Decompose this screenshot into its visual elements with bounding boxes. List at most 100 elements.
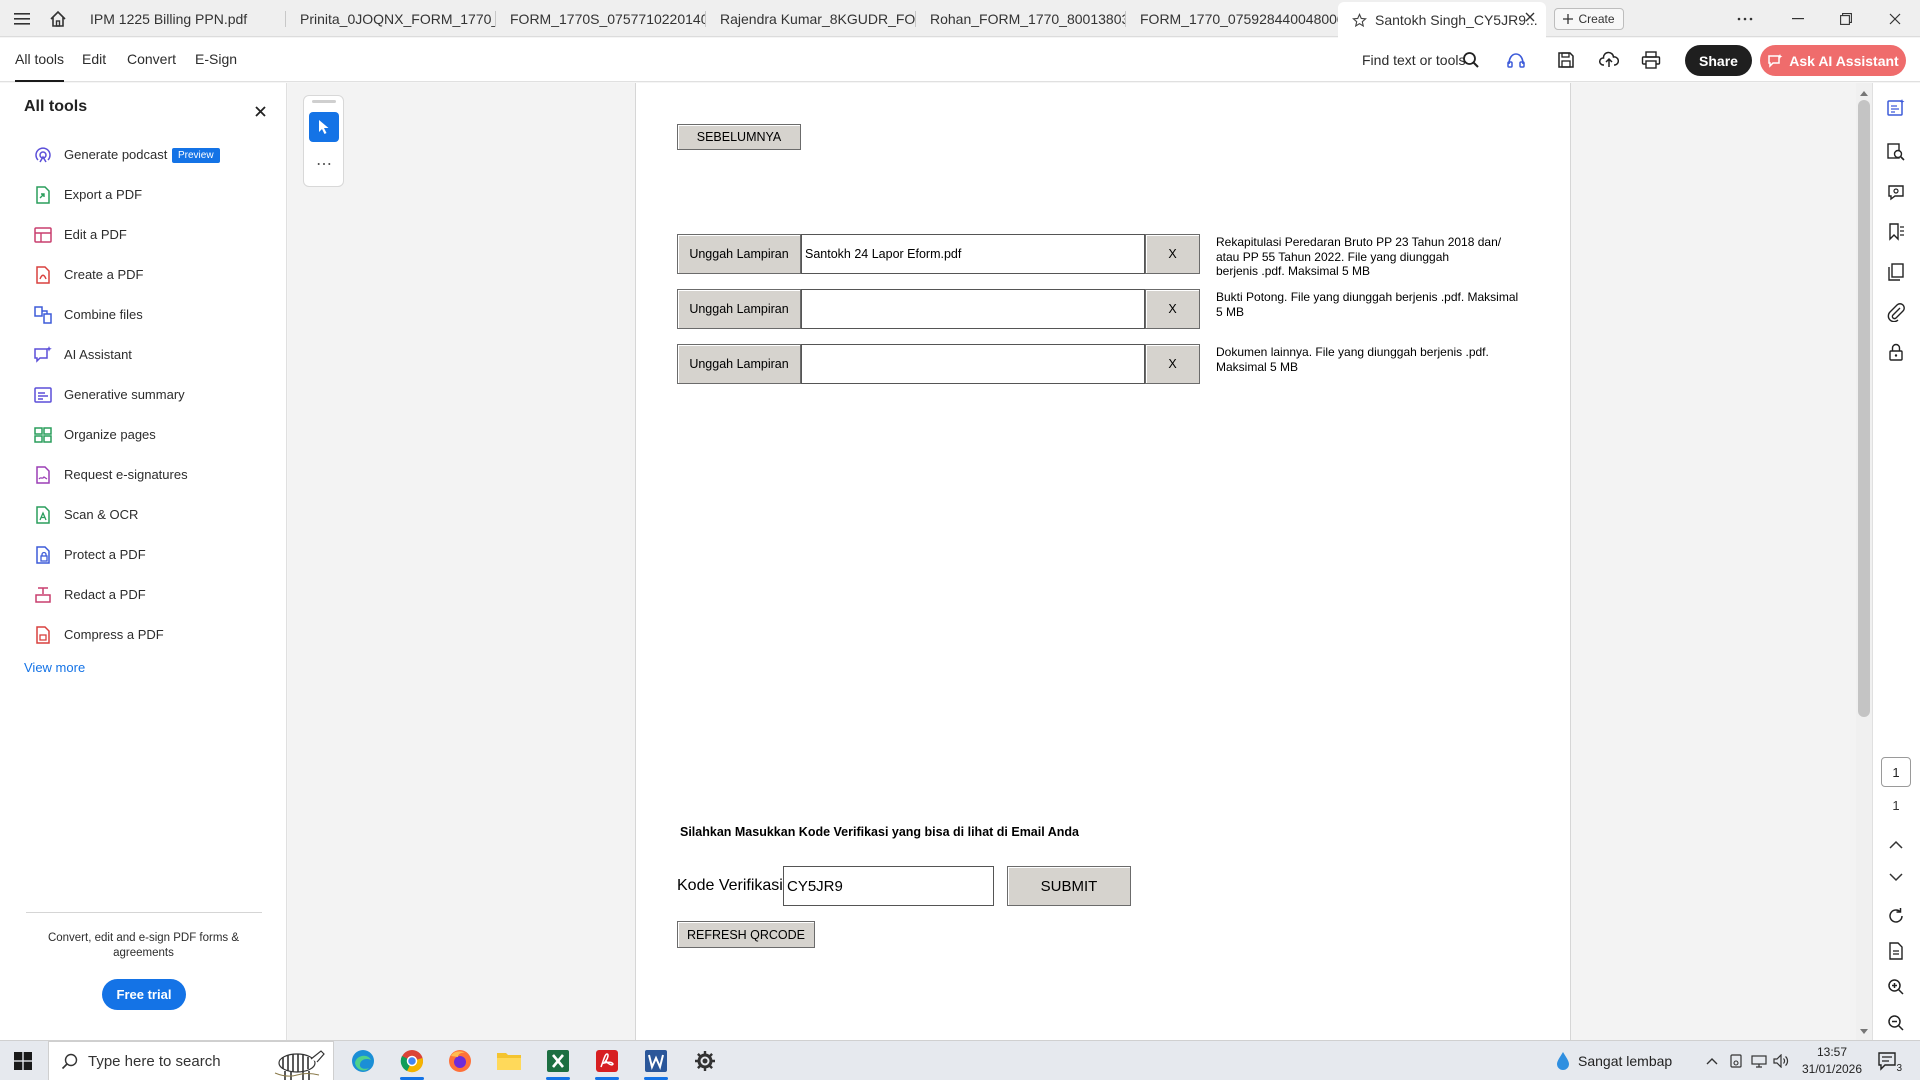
page-display-icon[interactable] — [1882, 937, 1910, 965]
hamburger-menu-icon[interactable] — [4, 0, 40, 37]
restore-icon[interactable] — [1823, 0, 1869, 37]
zoom-out-icon[interactable] — [1882, 1009, 1910, 1037]
next-page-icon[interactable] — [1882, 863, 1910, 891]
bookmarks-icon[interactable] — [1882, 218, 1910, 246]
rotate-icon[interactable] — [1882, 902, 1910, 930]
attachment-file-field-3[interactable] — [801, 344, 1145, 384]
scroll-down-arrow-icon[interactable] — [1857, 1024, 1871, 1038]
scroll-up-arrow-icon[interactable] — [1857, 86, 1871, 100]
comment-panel-icon[interactable] — [1882, 94, 1910, 122]
tool-combine-files[interactable]: Combine files — [0, 295, 286, 335]
home-icon[interactable] — [40, 0, 76, 37]
print-icon[interactable] — [1637, 47, 1665, 73]
page-thumbnails-icon[interactable] — [1882, 258, 1910, 286]
tab-santokh-active[interactable]: Santokh Singh_CY5JR9... — [1338, 2, 1546, 38]
tool-organize-pages[interactable]: Organize pages — [0, 415, 286, 455]
free-trial-button[interactable]: Free trial — [102, 979, 186, 1010]
upload-cloud-icon[interactable] — [1595, 47, 1623, 73]
menu-esign[interactable]: E-Sign — [195, 38, 237, 82]
tab-rohan[interactable]: Rohan_FORM_1770_800138034... — [916, 2, 1126, 36]
network-icon[interactable] — [1751, 1053, 1767, 1069]
tab-form-1770s[interactable]: FORM_1770S_075771022014000... — [496, 2, 706, 36]
menu-bar: All tools Edit Convert E-Sign Find text … — [0, 38, 1920, 82]
tool-create-pdf[interactable]: Create a PDF — [0, 255, 286, 295]
sebelumnya-button[interactable]: SEBELUMNYA — [677, 124, 801, 150]
tool-export-pdf[interactable]: Export a PDF — [0, 175, 286, 215]
acrobat-app-icon[interactable] — [583, 1041, 631, 1080]
create-button[interactable]: Create — [1554, 8, 1624, 30]
more-tools-icon[interactable]: ⋯ — [304, 154, 345, 174]
tab-ipm-billing[interactable]: IPM 1225 Billing PPN.pdf — [76, 2, 286, 36]
tool-ai-assistant[interactable]: AI Assistant — [0, 335, 286, 375]
search-icon — [61, 1053, 78, 1070]
attachment-file-field-1[interactable]: Santokh 24 Lapor Eform.pdf — [801, 234, 1145, 274]
tray-chevron-up-icon[interactable] — [1704, 1053, 1720, 1069]
excel-app-icon[interactable] — [534, 1041, 582, 1080]
upload-attachment-button-2[interactable]: Unggah Lampiran — [677, 289, 801, 329]
tool-redact-pdf[interactable]: Redact a PDF — [0, 575, 286, 615]
volume-icon[interactable] — [1773, 1053, 1789, 1069]
close-tab-icon[interactable] — [1524, 11, 1536, 23]
chrome-browser-icon[interactable] — [388, 1041, 436, 1080]
edge-browser-icon[interactable] — [339, 1041, 387, 1080]
create-pdf-icon — [33, 265, 53, 285]
drag-handle[interactable] — [312, 100, 336, 103]
clear-attachment-button-3[interactable]: X — [1145, 344, 1200, 384]
ask-ai-assistant-button[interactable]: Ask AI Assistant — [1760, 45, 1906, 76]
save-icon[interactable] — [1552, 47, 1580, 73]
search-text-icon[interactable] — [1882, 138, 1910, 166]
tool-scan-ocr[interactable]: Scan & OCR — [0, 495, 286, 535]
previous-page-icon[interactable] — [1882, 830, 1910, 858]
all-tools-panel: All tools Generate podcast Preview Expor… — [0, 83, 287, 1040]
menu-all-tools[interactable]: All tools — [15, 38, 65, 82]
clear-attachment-button-2[interactable]: X — [1145, 289, 1200, 329]
attachment-file-field-2[interactable] — [801, 289, 1145, 329]
windows-start-icon[interactable] — [0, 1041, 46, 1080]
menu-convert[interactable]: Convert — [127, 38, 176, 82]
attachments-icon[interactable] — [1882, 298, 1910, 326]
refresh-qrcode-button[interactable]: REFRESH QRCODE — [677, 921, 815, 948]
tab-form-1770[interactable]: FORM_1770_075928440048000... — [1126, 2, 1338, 36]
annotation-icon[interactable] — [1882, 178, 1910, 206]
notification-center-icon[interactable]: 3 — [1876, 1049, 1902, 1074]
file-explorer-icon[interactable] — [485, 1041, 533, 1080]
menu-edit[interactable]: Edit — [82, 38, 106, 82]
find-text-or-tools[interactable]: Find text or tools — [1362, 38, 1466, 82]
firefox-browser-icon[interactable] — [436, 1041, 484, 1080]
tool-generate-podcast[interactable]: Generate podcast Preview — [0, 135, 286, 175]
zoom-in-icon[interactable] — [1882, 973, 1910, 1001]
more-options-icon[interactable] — [1722, 0, 1768, 37]
tool-compress-pdf[interactable]: Compress a PDF — [0, 615, 286, 655]
view-more-link[interactable]: View more — [24, 660, 85, 675]
tool-protect-pdf[interactable]: Protect a PDF — [0, 535, 286, 575]
tab-prinita[interactable]: Prinita_0JOQNX_FORM_1770_4... — [286, 2, 496, 36]
tool-request-esignatures[interactable]: Request e-signatures — [0, 455, 286, 495]
taskbar-search-box[interactable]: Type here to search — [48, 1041, 334, 1080]
close-window-icon[interactable] — [1872, 0, 1918, 37]
verification-code-label: Kode Verifikasi — [677, 877, 783, 894]
clear-attachment-button-1[interactable]: X — [1145, 234, 1200, 274]
word-app-icon[interactable] — [632, 1041, 680, 1080]
share-button[interactable]: Share — [1685, 45, 1752, 76]
tray-device-icon[interactable] — [1728, 1053, 1744, 1069]
tab-rajendra[interactable]: Rajendra Kumar_8KGUDR_FOR... — [706, 2, 916, 36]
security-lock-icon[interactable] — [1882, 338, 1910, 366]
select-cursor-icon[interactable] — [309, 112, 339, 142]
scrollbar-thumb[interactable] — [1858, 100, 1870, 717]
system-clock[interactable]: 13:57 31/01/2026 — [1800, 1044, 1864, 1078]
star-icon[interactable] — [1352, 12, 1367, 28]
current-page-input[interactable]: 1 — [1881, 757, 1911, 787]
tool-edit-pdf[interactable]: Edit a PDF — [0, 215, 286, 255]
close-panel-icon[interactable] — [250, 101, 270, 121]
search-icon[interactable] — [1457, 47, 1485, 73]
ai-read-aloud-icon[interactable] — [1502, 47, 1530, 73]
upload-attachment-button-1[interactable]: Unggah Lampiran — [677, 234, 801, 274]
settings-gear-icon[interactable] — [681, 1041, 729, 1080]
upload-attachment-button-3[interactable]: Unggah Lampiran — [677, 344, 801, 384]
tool-generative-summary[interactable]: Generative summary — [0, 375, 286, 415]
promo-text: Convert, edit and e-sign PDF forms & agr… — [47, 932, 240, 959]
weather-widget[interactable]: Sangat lembap — [1556, 1041, 1672, 1080]
verification-code-input[interactable]: CY5JR9 — [783, 866, 994, 906]
submit-button[interactable]: SUBMIT — [1007, 866, 1131, 906]
minimize-icon[interactable] — [1775, 0, 1821, 37]
